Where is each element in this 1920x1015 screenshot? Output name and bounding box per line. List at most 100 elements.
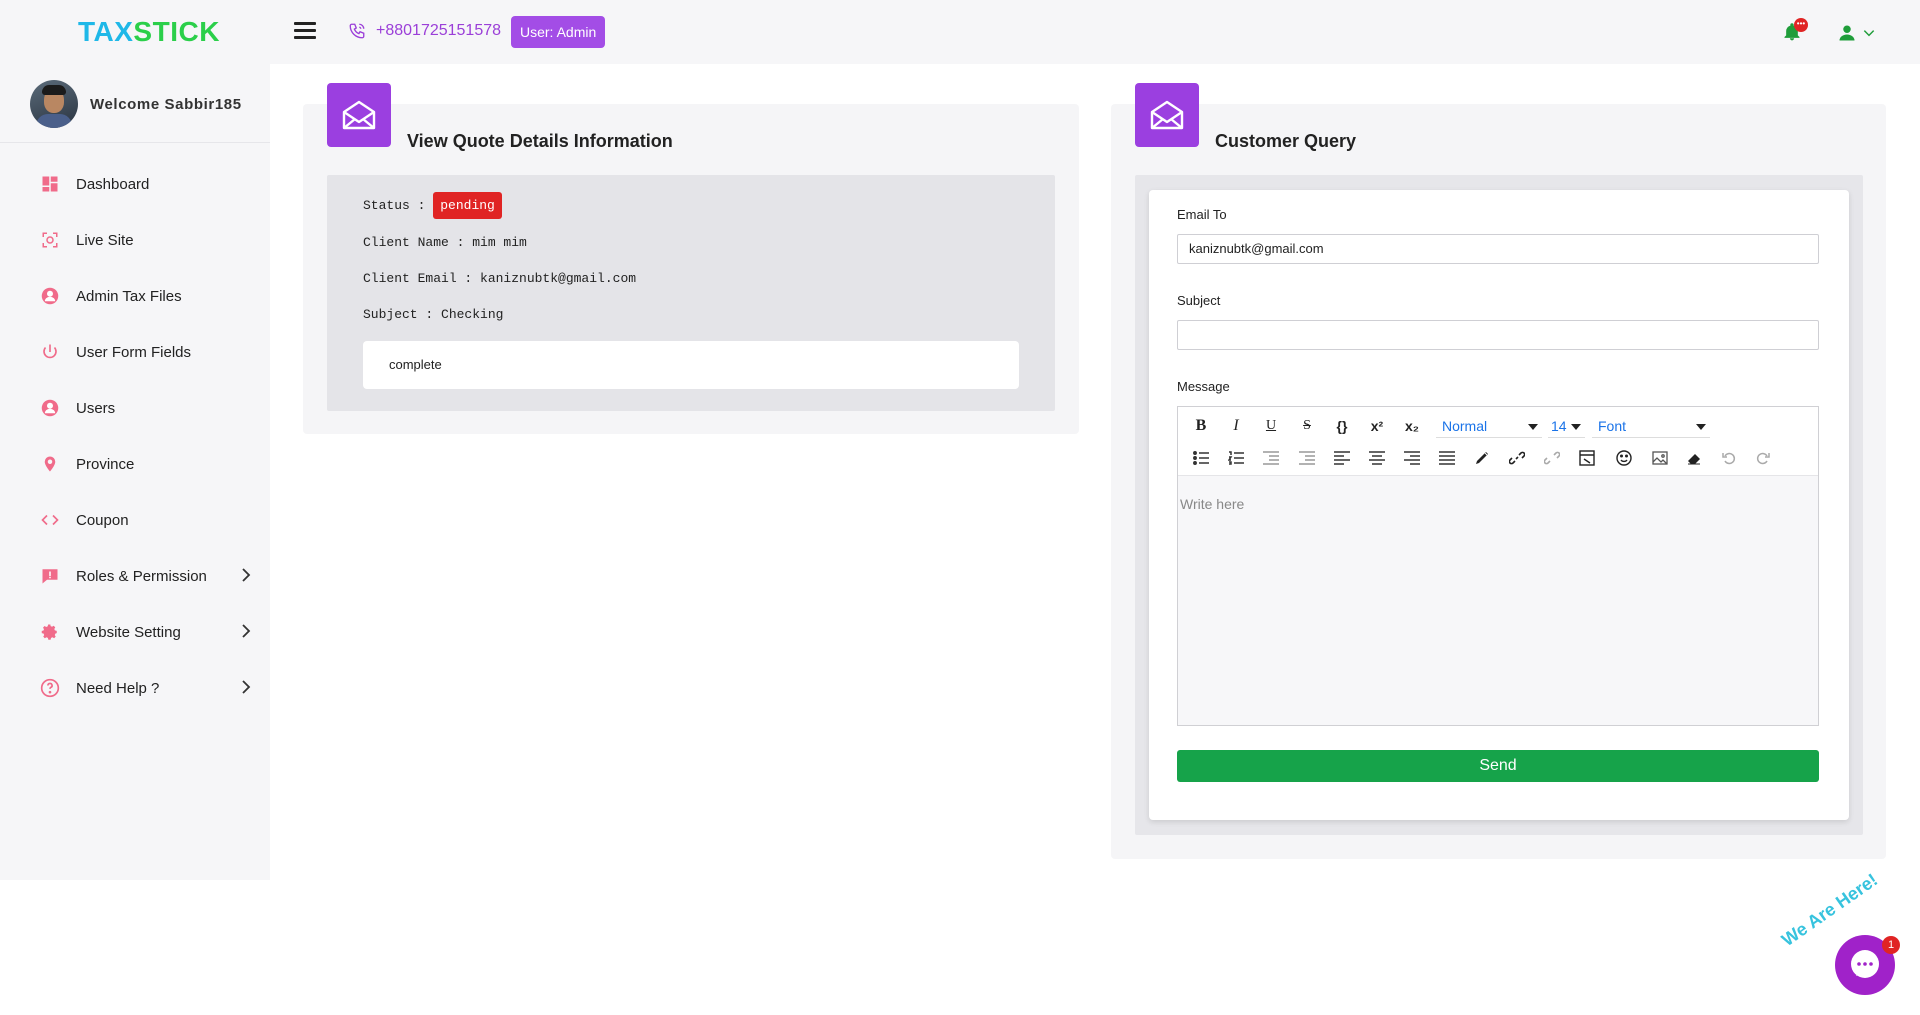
top-header: TAXSTICK +8801725151578 User: Admin ••• [0,0,1920,64]
menu-toggle-icon[interactable] [294,22,316,42]
strikethrough-icon[interactable]: S [1296,415,1318,437]
sidebar-item-label: Admin Tax Files [76,287,182,305]
underline-icon[interactable]: U [1260,415,1282,437]
sidebar-nav: Dashboard Live Site Admin Tax Files User… [0,156,270,716]
size-value: 14 [1551,418,1567,434]
numbered-list-icon[interactable] [1225,447,1247,469]
user-circle-icon [40,398,60,418]
indent-icon[interactable] [1296,447,1318,469]
subject-field[interactable] [1177,320,1819,350]
welcome-block: Welcome Sabbir185 [30,80,242,128]
eraser-icon[interactable] [1683,447,1705,469]
format-select[interactable]: Normal [1436,415,1542,438]
sidebar-divider [0,142,270,143]
sidebar-item-users[interactable]: Users [0,380,270,436]
align-center-icon[interactable] [1366,447,1388,469]
sidebar-item-label: Province [76,455,135,473]
sidebar-item-user-form-fields[interactable]: User Form Fields [0,324,270,380]
logo-part-1: TAX [78,16,134,47]
user-circle-icon [40,286,60,306]
sidebar-item-label: Website Setting [76,623,181,641]
superscript-icon[interactable]: x² [1366,415,1388,437]
message-textarea[interactable]: Write here [1178,476,1818,725]
help-icon [40,678,60,698]
chat-widget[interactable]: We Are Here! 1 [1778,870,1910,1010]
size-select[interactable]: 14 [1548,415,1585,438]
sidebar-item-coupon[interactable]: Coupon [0,492,270,548]
sidebar-item-label: Need Help ? [76,679,160,697]
avatar[interactable] [30,80,78,128]
font-select[interactable]: Font [1592,415,1710,438]
phone-number: +8801725151578 [376,22,502,39]
status-badge: pending [433,192,502,219]
quote-card-title: View Quote Details Information [407,131,673,151]
location-pin-icon [40,454,60,474]
dashboard-icon [40,174,60,194]
user-icon [1839,25,1855,41]
font-value: Font [1598,418,1627,434]
phone-icon [349,23,365,39]
align-left-icon[interactable] [1331,447,1353,469]
envelope-open-icon [327,83,391,147]
send-button[interactable]: Send [1177,750,1819,782]
user-role-badge: User: Admin [511,16,606,48]
sidebar-item-live-site[interactable]: Live Site [0,212,270,268]
undo-icon[interactable] [1718,447,1740,469]
redo-icon[interactable] [1752,447,1774,469]
sidebar-item-website-setting[interactable]: Website Setting [0,604,270,660]
unlink-icon[interactable] [1541,447,1563,469]
sidebar-item-roles-permission[interactable]: Roles & Permission [0,548,270,604]
status-label: Status : [363,198,426,213]
align-right-icon[interactable] [1401,447,1423,469]
sidebar-item-label: Coupon [76,511,129,529]
message-label: Message [1177,379,1230,394]
emoji-icon[interactable] [1613,447,1635,469]
outdent-icon[interactable] [1260,447,1282,469]
message-editor: B I U S {} x² x₂ Normal 14 Font Write he… [1177,406,1819,726]
notification-bell[interactable]: ••• [1782,18,1808,44]
logo-part-2: STICK [133,16,220,47]
chat-unread-badge: 1 [1882,936,1900,954]
bold-icon[interactable]: B [1190,415,1212,437]
bullet-list-icon[interactable] [1190,447,1212,469]
user-menu[interactable] [1838,24,1876,42]
table-icon[interactable] [1576,447,1598,469]
email-to-field[interactable]: kaniznubtk@gmail.com [1177,234,1819,264]
sidebar-item-label: Dashboard [76,175,150,193]
editor-toolbar: B I U S {} x² x₂ Normal 14 Font [1178,407,1818,476]
quote-subject: Subject : Checking [363,307,504,322]
sidebar-item-province[interactable]: Province [0,436,270,492]
email-to-label: Email To [1177,207,1227,222]
alert-message-icon [40,566,60,586]
chevron-right-icon [242,624,251,638]
sidebar: Welcome Sabbir185 Dashboard Live Site Ad… [0,64,270,880]
message-placeholder: Write here [1180,496,1245,512]
sidebar-item-dashboard[interactable]: Dashboard [0,156,270,212]
image-icon[interactable] [1649,447,1671,469]
subscript-icon[interactable]: x₂ [1401,415,1423,437]
highlighter-icon[interactable] [1471,447,1493,469]
quote-message: complete [363,341,1019,389]
sidebar-item-label: Users [76,399,116,417]
sidebar-item-label: User Form Fields [76,343,192,361]
sidebar-item-admin-tax-files[interactable]: Admin Tax Files [0,268,270,324]
status-line: Status : pending [363,192,502,219]
envelope-open-icon [1135,83,1199,147]
code-block-icon[interactable]: {} [1331,415,1353,437]
chevron-right-icon [242,680,251,694]
align-justify-icon[interactable] [1436,447,1458,469]
sidebar-item-need-help[interactable]: Need Help ? [0,660,270,716]
logo[interactable]: TAXSTICK [78,16,220,48]
query-card-title: Customer Query [1215,131,1357,151]
gear-icon [40,622,60,642]
chevron-down-icon [1863,30,1875,37]
sidebar-item-label: Live Site [76,231,134,249]
link-icon[interactable] [1506,447,1528,469]
client-email: Client Email : kaniznubtk@gmail.com [363,271,637,286]
chevron-right-icon [242,568,251,582]
code-icon [40,510,60,530]
format-value: Normal [1442,418,1488,434]
subject-label: Subject [1177,293,1221,308]
italic-icon[interactable]: I [1225,415,1247,437]
phone-contact[interactable]: +8801725151578 [348,22,501,40]
